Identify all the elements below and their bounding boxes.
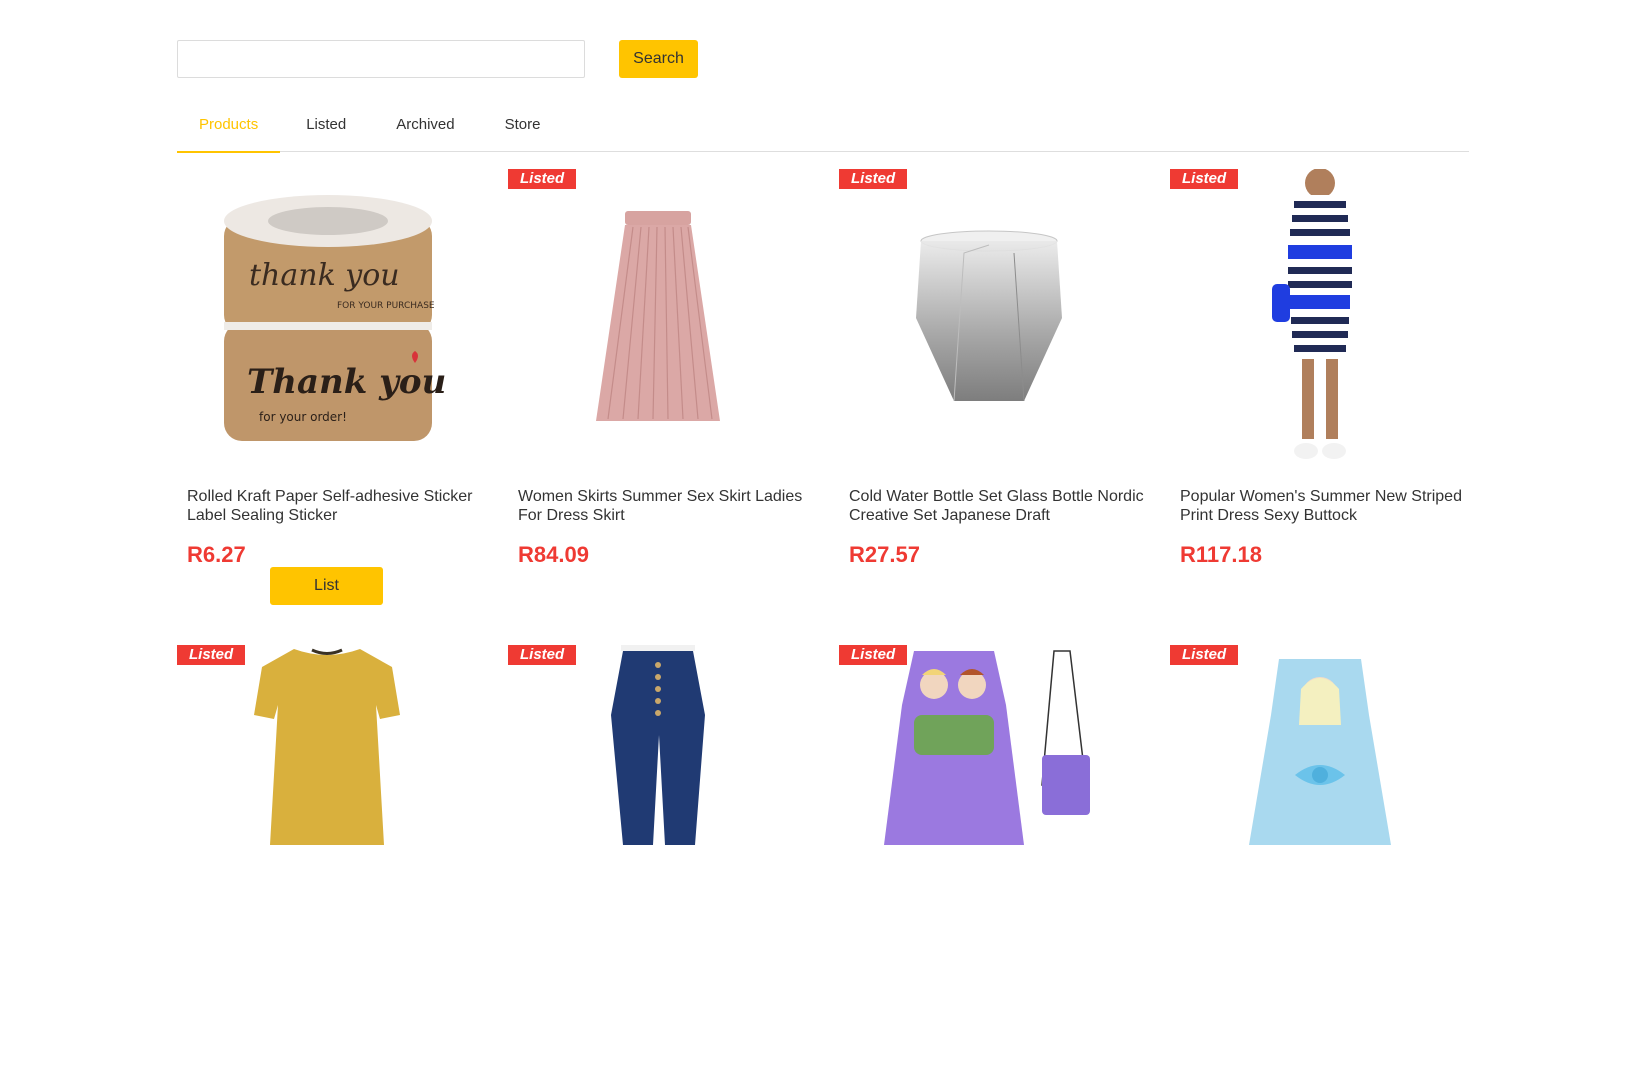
tab-bar: Products Listed Archived Store <box>177 105 1469 153</box>
jeans-image[interactable]: Listed <box>508 645 808 943</box>
search-input[interactable] <box>177 40 585 78</box>
product-card[interactable]: Listed <box>1170 645 1501 1083</box>
tab-archived[interactable]: Archived <box>396 105 454 151</box>
product-price: R27.57 <box>849 542 920 567</box>
product-grid: thank you FOR YOUR PURCHASE Thank you fo… <box>177 169 1505 1083</box>
list-button[interactable]: List <box>270 567 383 605</box>
product-card[interactable]: thank you FOR YOUR PURCHASE Thank you fo… <box>177 169 508 607</box>
sticker-text-top-sub: FOR YOUR PURCHASE <box>337 301 435 311</box>
listed-badge: Listed <box>508 645 577 665</box>
product-title[interactable]: Popular Women's Summer New Striped Print… <box>1180 487 1491 527</box>
product-title[interactable]: Rolled Kraft Paper Self-adhesive Sticker… <box>187 487 498 527</box>
kraft-sticker-roll-image[interactable]: thank you FOR YOUR PURCHASE Thank you fo… <box>177 169 477 467</box>
product-price: R6.27 <box>187 542 246 567</box>
yellow-dress-image[interactable]: Listed <box>177 645 477 943</box>
listed-badge: Listed <box>839 645 908 665</box>
product-card[interactable]: Listed Cold Water Bottle Set Glass Bottl… <box>839 169 1170 607</box>
tab-listed[interactable]: Listed <box>306 105 346 151</box>
sticker-text-bottom-sub: for your order! <box>259 410 347 424</box>
tab-store[interactable]: Store <box>505 105 541 151</box>
pleated-skirt-image[interactable]: Listed <box>508 169 808 467</box>
tab-products[interactable]: Products <box>177 105 281 153</box>
product-card[interactable]: Listed Women Skirts Summer Sex Skirt Lad… <box>508 169 839 607</box>
sticker-text-top: thank you <box>249 258 400 293</box>
product-card[interactable]: Listed <box>1170 169 1501 607</box>
product-card[interactable]: Listed <box>839 645 1170 1083</box>
product-card[interactable]: Listed <box>177 645 508 1083</box>
listed-badge: Listed <box>1170 169 1239 189</box>
listed-badge: Listed <box>177 645 246 665</box>
listed-badge: Listed <box>1170 645 1239 665</box>
product-title[interactable]: Cold Water Bottle Set Glass Bottle Nordi… <box>849 487 1160 527</box>
product-card[interactable]: Listed <box>508 645 839 1083</box>
glass-cup-image[interactable]: Listed <box>839 169 1139 467</box>
search-button[interactable]: Search <box>619 40 698 78</box>
product-price: R117.18 <box>1180 542 1262 567</box>
frozen-dress-bag-image[interactable]: Listed <box>839 645 1139 943</box>
sticker-text-bottom: Thank you <box>247 362 446 402</box>
listed-badge: Listed <box>508 169 577 189</box>
striped-dress-image[interactable]: Listed <box>1170 169 1470 467</box>
elsa-dress-image[interactable]: Listed <box>1170 645 1470 943</box>
product-price: R84.09 <box>518 542 589 567</box>
listed-badge: Listed <box>839 169 908 189</box>
product-title[interactable]: Women Skirts Summer Sex Skirt Ladies For… <box>518 487 829 527</box>
